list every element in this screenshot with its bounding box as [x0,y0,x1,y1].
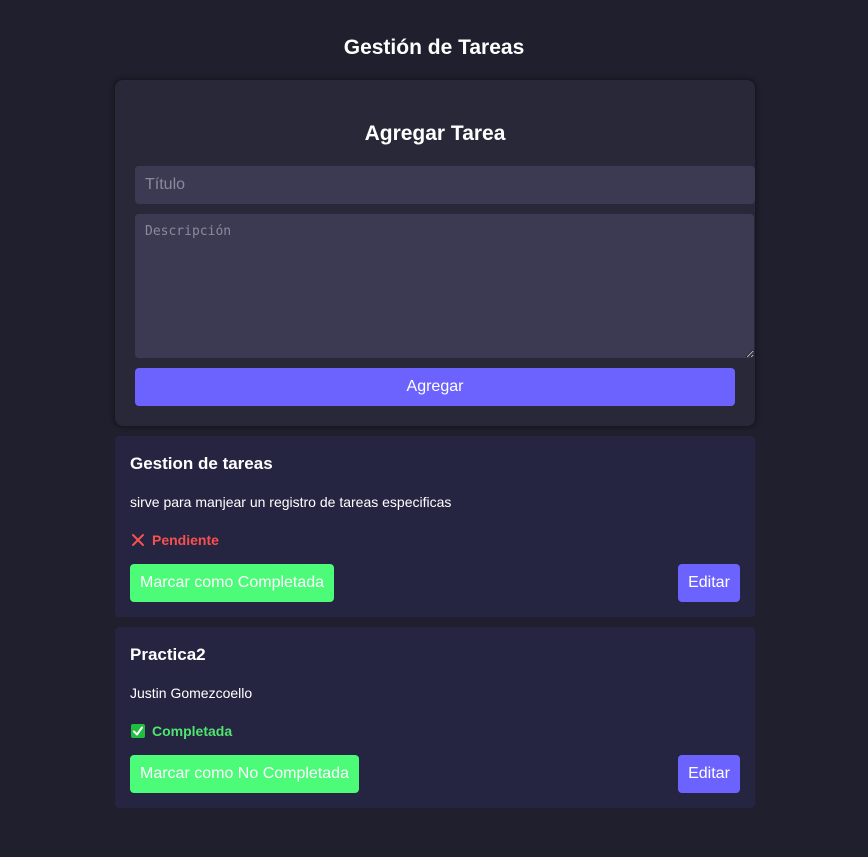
task-card: Gestion de tareas sirve para manjear un … [115,436,755,617]
check-mark-icon [131,724,145,738]
mark-completed-button[interactable]: Marcar como Completada [130,564,335,602]
task-card: Practica2 Justin Gomezcoello Completada … [115,627,755,808]
page-title: Gestión de Tareas [343,36,525,59]
task-title: Gestion de tareas [130,454,273,473]
edit-button[interactable]: Editar [678,564,740,602]
add-task-button[interactable]: Agregar [135,368,735,406]
task-status: Completada [131,722,232,740]
task-description: Justin Gomezcoello [130,685,253,701]
form-title: Agregar Tarea [364,122,506,145]
title-input[interactable] [135,166,755,204]
status-label: Pendiente [152,532,219,548]
task-title: Practica2 [130,645,206,664]
mark-not-completed-button[interactable]: Marcar como No Completada [130,755,359,793]
status-label: Completada [152,723,233,739]
add-task-form: Agregar Tarea Agregar [115,80,755,426]
edit-button[interactable]: Editar [678,755,740,793]
task-description: sirve para manjear un registro de tareas… [130,494,452,510]
task-status: Pendiente [131,531,219,549]
cross-mark-icon [132,534,144,546]
app-root: Gestión de Tareas Agregar Tarea Agregar … [0,0,868,857]
description-input[interactable] [135,214,754,358]
